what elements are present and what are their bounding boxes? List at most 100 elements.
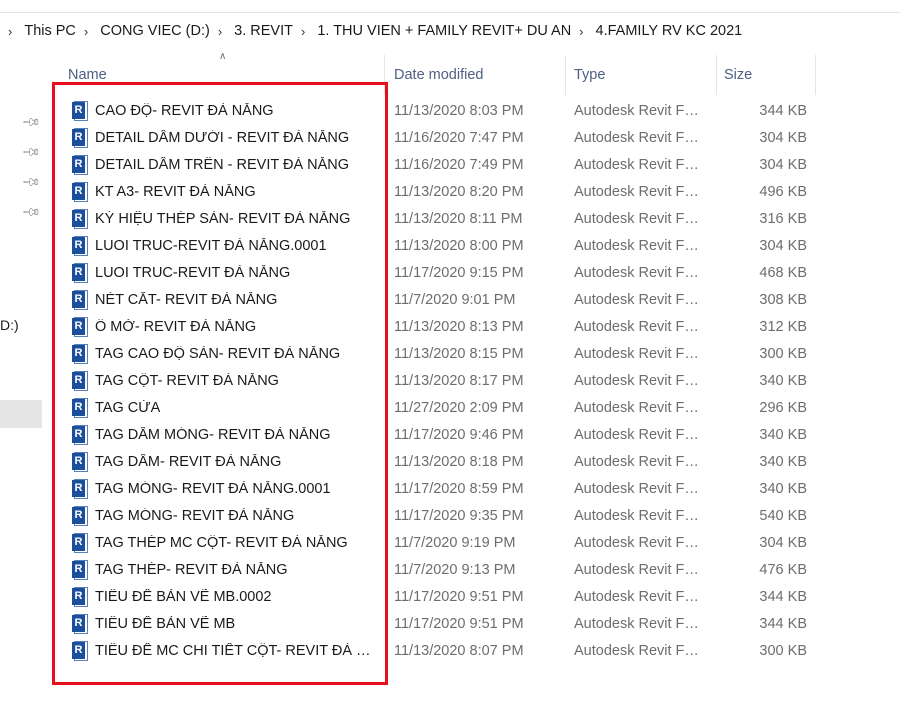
revit-badge: R — [72, 453, 85, 470]
column-header-type[interactable]: Type — [574, 67, 605, 83]
file-row[interactable]: R TAG DẦM MÓNG- REVIT ĐÀ NẴNG 11/17/2020 9… — [44, 422, 900, 449]
file-row[interactable]: R TAG CỘT- REVIT ĐÀ NẴNG 11/13/2020 8:17 P… — [44, 368, 900, 395]
file-row[interactable]: R TIÊU ĐỀ MC CHI TIẾT CỘT- REVIT ĐÀ NẴNG 1… — [44, 638, 900, 665]
column-divider[interactable] — [384, 55, 385, 95]
file-size: 496 KB — [759, 184, 807, 200]
file-size: 296 KB — [759, 400, 807, 416]
revit-badge: R — [72, 264, 85, 281]
file-size: 340 KB — [759, 427, 807, 443]
pin-icon[interactable]: 📌︎ — [21, 112, 42, 133]
file-name[interactable]: TAG MÓNG- REVIT ĐÀ NẴNG — [95, 508, 294, 524]
window-top-strip — [0, 0, 900, 13]
file-date-modified: 11/13/2020 8:15 PM — [394, 346, 524, 362]
file-name[interactable]: Ô MỞ- REVIT ĐÀ NẴNG — [95, 319, 256, 335]
file-type: Autodesk Revit Fa... — [574, 265, 704, 281]
revit-badge: R — [72, 372, 85, 389]
file-row[interactable]: R TAG CỬA 11/27/2020 2:09 PM Autodesk Revit… — [44, 395, 900, 422]
file-name[interactable]: TAG THÉP- REVIT ĐÀ NẴNG — [95, 562, 288, 578]
file-size: 468 KB — [759, 265, 807, 281]
file-size: 476 KB — [759, 562, 807, 578]
breadcrumb-item-library[interactable]: 1. THU VIEN + FAMILY REVIT+ DU AN — [315, 23, 573, 39]
file-date-modified: 11/7/2020 9:13 PM — [394, 562, 516, 578]
chevron-right-icon[interactable]: › — [301, 24, 305, 39]
revit-family-file-icon: R — [72, 182, 88, 202]
breadcrumb-item-revit[interactable]: 3. REVIT — [232, 23, 295, 39]
file-name[interactable]: TAG DẦM- REVIT ĐÀ NẴNG — [95, 454, 281, 470]
file-name[interactable]: KT A3- REVIT ĐÀ NẴNG — [95, 184, 256, 200]
chevron-right-icon[interactable]: › — [579, 24, 583, 39]
file-name[interactable]: LUOI TRUC-REVIT ĐÀ NẴNG.0001 — [95, 238, 327, 254]
file-name[interactable]: TAG DẦM MÓNG- REVIT ĐÀ NẴNG — [95, 427, 331, 443]
file-date-modified: 11/17/2020 8:59 PM — [394, 481, 524, 497]
file-name[interactable]: TAG CAO ĐỘ SÀN- REVIT ĐÀ NẴNG — [95, 346, 340, 362]
file-row[interactable]: R NÉT CẮT- REVIT ĐÀ NẴNG 11/7/2020 9:01 PM… — [44, 287, 900, 314]
chevron-right-icon[interactable]: › — [8, 24, 12, 39]
nav-item-drive[interactable]: D:) — [0, 317, 19, 333]
pin-icon[interactable]: 📌︎ — [21, 142, 42, 163]
revit-family-file-icon: R — [72, 452, 88, 472]
file-size: 344 KB — [759, 589, 807, 605]
file-row[interactable]: R KÝ HIỆU THÉP SÀN- REVIT ĐÀ NẴNG 11/13/20… — [44, 206, 900, 233]
file-row[interactable]: R DETAIL DẦM DƯỚI - REVIT ĐÀ NẴNG 11/16/20… — [44, 125, 900, 152]
file-name[interactable]: KÝ HIỆU THÉP SÀN- REVIT ĐÀ NẴNG — [95, 211, 350, 227]
column-header-name[interactable]: Name — [68, 67, 107, 83]
revit-badge: R — [72, 588, 85, 605]
chevron-right-icon[interactable]: › — [218, 24, 222, 39]
address-bar[interactable]: › This PC › CONG VIEC (D:) › 3. REVIT › … — [0, 13, 900, 51]
file-date-modified: 11/16/2020 7:47 PM — [394, 130, 524, 146]
column-header-date[interactable]: Date modified — [394, 67, 483, 83]
file-row[interactable]: R TAG THÉP- REVIT ĐÀ NẴNG 11/7/2020 9:13 P… — [44, 557, 900, 584]
file-date-modified: 11/17/2020 9:51 PM — [394, 616, 524, 632]
revit-badge: R — [72, 210, 85, 227]
file-row[interactable]: R KT A3- REVIT ĐÀ NẴNG 11/13/2020 8:20 PM A… — [44, 179, 900, 206]
file-name[interactable]: DETAIL DẦM DƯỚI - REVIT ĐÀ NẴNG — [95, 130, 349, 146]
breadcrumb-item-drive[interactable]: CONG VIEC (D:) — [98, 23, 212, 39]
file-row[interactable]: R TIÊU ĐỀ BẢN VẼ MB.0002 11/17/2020 9:51 P… — [44, 584, 900, 611]
column-divider[interactable] — [815, 55, 816, 95]
pin-icon[interactable]: 📌︎ — [21, 172, 42, 193]
file-row[interactable]: R TAG MÓNG- REVIT ĐÀ NẴNG.0001 11/17/2020 … — [44, 476, 900, 503]
file-size: 304 KB — [759, 130, 807, 146]
breadcrumb-item-current-folder[interactable]: 4.FAMILY RV KC 2021 — [594, 23, 745, 39]
pin-icon[interactable]: 📌︎ — [21, 202, 42, 223]
file-name[interactable]: TIÊU ĐỀ BẢN VẼ MB.0002 — [95, 589, 271, 605]
file-date-modified: 11/13/2020 8:17 PM — [394, 373, 524, 389]
revit-badge: R — [72, 183, 85, 200]
nav-selected-item[interactable] — [0, 400, 42, 428]
breadcrumb-item-this-pc[interactable]: This PC — [22, 23, 78, 39]
column-divider[interactable] — [565, 55, 566, 95]
file-name[interactable]: CAO ĐỘ- REVIT ĐÀ NẴNG — [95, 103, 274, 119]
column-divider[interactable] — [716, 55, 717, 95]
file-name[interactable]: TIÊU ĐỀ BẢN VẼ MB — [95, 616, 235, 632]
file-row[interactable]: R TAG THÉP MC CỘT- REVIT ĐÀ NẴNG 11/7/2020… — [44, 530, 900, 557]
file-type: Autodesk Revit Fa... — [574, 400, 704, 416]
file-row[interactable]: R CAO ĐỘ- REVIT ĐÀ NẴNG 11/13/2020 8:03 PM… — [44, 98, 900, 125]
file-name[interactable]: LUOI TRUC-REVIT ĐÀ NẴNG — [95, 265, 290, 281]
chevron-right-icon[interactable]: › — [84, 24, 88, 39]
file-row[interactable]: R TIÊU ĐỀ BẢN VẼ MB 11/17/2020 9:51 PM Auto… — [44, 611, 900, 638]
file-name[interactable]: TAG THÉP MC CỘT- REVIT ĐÀ NẴNG — [95, 535, 348, 551]
file-size: 304 KB — [759, 157, 807, 173]
revit-family-file-icon: R — [72, 263, 88, 283]
file-row[interactable]: R DETAIL DẦM TRÊN - REVIT ĐÀ NẴNG 11/16/20… — [44, 152, 900, 179]
file-size: 344 KB — [759, 103, 807, 119]
column-header-size[interactable]: Size — [724, 67, 752, 83]
file-date-modified: 11/13/2020 8:18 PM — [394, 454, 524, 470]
revit-family-file-icon: R — [72, 560, 88, 580]
file-row[interactable]: R TAG CAO ĐỘ SÀN- REVIT ĐÀ NẴNG 11/13/2020… — [44, 341, 900, 368]
file-size: 312 KB — [759, 319, 807, 335]
file-type: Autodesk Revit Fa... — [574, 481, 704, 497]
file-row[interactable]: R TAG MÓNG- REVIT ĐÀ NẴNG 11/17/2020 9:35 … — [44, 503, 900, 530]
file-name[interactable]: TIÊU ĐỀ MC CHI TIẾT CỘT- REVIT ĐÀ NẴNG — [95, 643, 375, 659]
file-name[interactable]: TAG CỘT- REVIT ĐÀ NẴNG — [95, 373, 279, 389]
file-row[interactable]: R LUOI TRUC-REVIT ĐÀ NẴNG.0001 11/13/2020 … — [44, 233, 900, 260]
file-row[interactable]: R Ô MỞ- REVIT ĐÀ NẴNG 11/13/2020 8:13 PM Au… — [44, 314, 900, 341]
file-name[interactable]: DETAIL DẦM TRÊN - REVIT ĐÀ NẴNG — [95, 157, 349, 173]
file-row[interactable]: R TAG DẦM- REVIT ĐÀ NẴNG 11/13/2020 8:18 P… — [44, 449, 900, 476]
revit-badge: R — [72, 507, 85, 524]
file-row[interactable]: R LUOI TRUC-REVIT ĐÀ NẴNG 11/17/2020 9:15 … — [44, 260, 900, 287]
file-name[interactable]: TAG MÓNG- REVIT ĐÀ NẴNG.0001 — [95, 481, 331, 497]
file-name[interactable]: NÉT CẮT- REVIT ĐÀ NẴNG — [95, 292, 277, 308]
revit-family-file-icon: R — [72, 128, 88, 148]
file-name[interactable]: TAG CỬA — [95, 400, 160, 416]
